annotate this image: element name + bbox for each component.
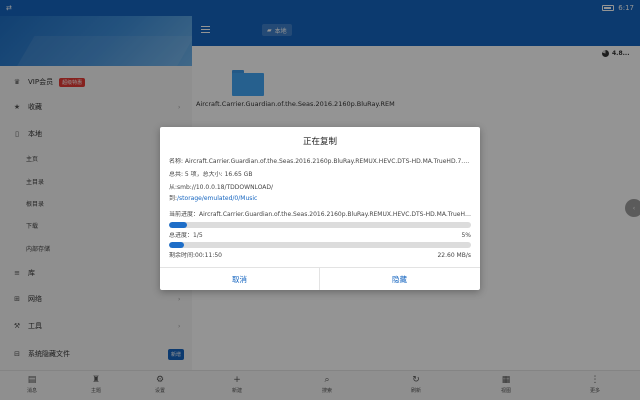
destination-label: 到:	[169, 195, 178, 202]
transfer-speed: 22.60 MB/s	[437, 252, 471, 259]
copy-destination: 到:/storage/emulated/0/Music	[169, 195, 473, 203]
current-progress-bar	[169, 222, 471, 228]
total-progress-percent: 5%	[461, 232, 471, 239]
total-progress-fill	[169, 242, 185, 248]
current-progress-fill	[169, 222, 188, 228]
copy-file-name: 名称: Aircraft.Carrier.Guardian.of.the.Sea…	[169, 158, 473, 165]
copy-source-path: 从:smb://10.0.0.18/TDDOWNLOAD/	[169, 184, 274, 191]
destination-path: /storage/emulated/0/Music	[177, 195, 258, 202]
total-progress-label: 总进度：1/5	[169, 232, 203, 239]
total-progress-bar	[169, 242, 471, 248]
current-progress-label: 当前进度：Aircraft.Carrier.Guardian.of.the.Se…	[169, 211, 473, 218]
copy-progress-dialog: 正在复制 名称: Aircraft.Carrier.Guardian.of.th…	[160, 127, 480, 290]
copy-totals: 总共: 5 项，总大小: 16.65 GB	[169, 171, 253, 178]
remaining-time: 剩余时间:00:11:50	[169, 252, 222, 259]
cancel-button[interactable]: 取消	[160, 268, 319, 290]
hide-button[interactable]: 隐藏	[320, 268, 479, 290]
dialog-title: 正在复制	[302, 137, 337, 147]
